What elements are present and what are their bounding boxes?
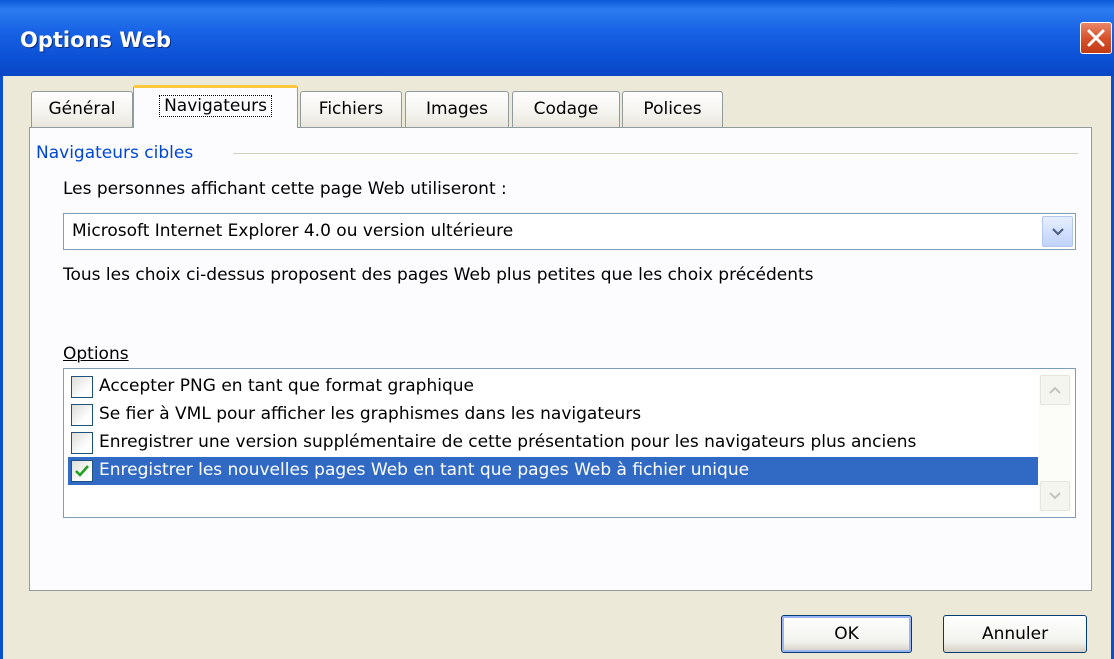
cancel-button[interactable]: Annuler	[943, 615, 1087, 653]
tab-fichiers[interactable]: Fichiers	[300, 91, 402, 127]
scroll-up-button[interactable]	[1040, 375, 1070, 405]
group-divider	[233, 153, 1078, 154]
tab-polices-label: Polices	[643, 99, 702, 119]
chevron-down-icon	[1049, 492, 1061, 500]
browser-prompt-label: Les personnes affichant cette page Web u…	[63, 179, 507, 199]
checkbox-single-file[interactable]	[71, 460, 93, 482]
target-browser-select[interactable]: Microsoft Internet Explorer 4.0 ou versi…	[63, 213, 1076, 250]
option-label-png: Accepter PNG en tant que format graphiqu…	[99, 376, 474, 396]
browser-note-text: Tous les choix ci-dessus proposent des p…	[63, 265, 814, 285]
tab-navigateurs-label: Navigateurs	[159, 95, 272, 117]
tab-images[interactable]: Images	[405, 91, 509, 127]
dropdown-button[interactable]	[1042, 216, 1073, 247]
close-button[interactable]	[1080, 22, 1112, 54]
tab-general-label: Général	[48, 99, 116, 119]
tab-codage-label: Codage	[533, 99, 599, 119]
option-item-legacy[interactable]: Enregistrer une version supplémentaire d…	[68, 429, 1041, 457]
window-frame-left	[0, 76, 3, 659]
checkbox-png[interactable]	[71, 376, 93, 398]
tab-codage[interactable]: Codage	[512, 91, 620, 127]
tab-images-label: Images	[425, 99, 489, 119]
ok-button[interactable]: OK	[781, 615, 912, 653]
title-bar[interactable]: Options Web	[0, 0, 1114, 76]
option-item-vml[interactable]: Se fier à VML pour afficher les graphism…	[68, 401, 1041, 429]
tab-navigateurs[interactable]: Navigateurs	[133, 85, 298, 128]
window-title: Options Web	[20, 28, 171, 52]
option-label-single-file: Enregistrer les nouvelles pages Web en t…	[99, 460, 750, 480]
tab-fichiers-label: Fichiers	[318, 99, 384, 119]
tab-general[interactable]: Général	[31, 91, 133, 127]
options-label-text: Options	[63, 344, 129, 364]
option-label-legacy: Enregistrer une version supplémentaire d…	[99, 432, 917, 452]
chevron-down-icon	[1052, 228, 1064, 236]
vertical-scrollbar[interactable]	[1038, 373, 1072, 513]
chevron-up-icon	[1049, 386, 1061, 394]
target-browser-value: Microsoft Internet Explorer 4.0 ou versi…	[72, 221, 514, 241]
option-item-png[interactable]: Accepter PNG en tant que format graphiqu…	[68, 373, 1041, 401]
checkbox-legacy[interactable]	[71, 432, 93, 454]
options-web-dialog: Options Web Général Navigateurs Fichiers…	[0, 0, 1114, 659]
option-label-vml: Se fier à VML pour afficher les graphism…	[99, 404, 642, 424]
option-item-single-file[interactable]: Enregistrer les nouvelles pages Web en t…	[68, 457, 1041, 485]
group-title: Navigateurs cibles	[36, 143, 200, 163]
check-icon	[75, 465, 89, 477]
checkbox-vml[interactable]	[71, 404, 93, 426]
options-listbox[interactable]: Accepter PNG en tant que format graphiqu…	[63, 368, 1076, 518]
close-icon	[1087, 29, 1105, 47]
scroll-down-button[interactable]	[1040, 481, 1070, 511]
options-label: Options	[63, 344, 129, 364]
tab-polices[interactable]: Polices	[622, 91, 723, 127]
